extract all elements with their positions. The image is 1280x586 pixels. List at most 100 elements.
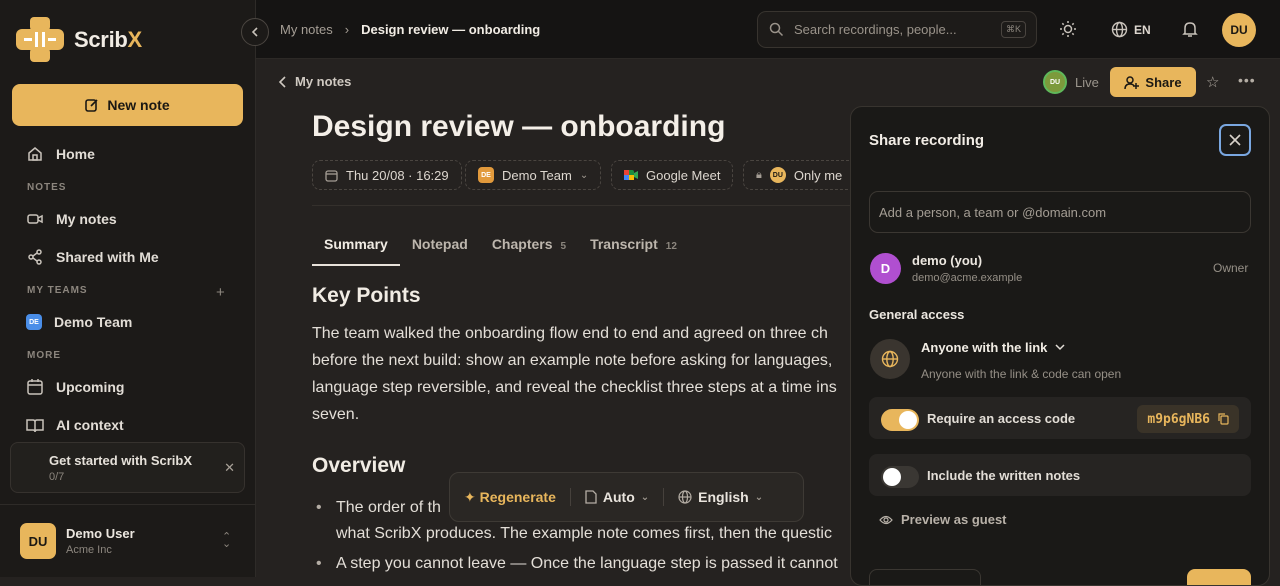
require-code-toggle[interactable] bbox=[881, 409, 919, 431]
sidebar-item-demo-team[interactable]: DE Demo Team bbox=[16, 306, 242, 338]
sidebar-item-shared[interactable]: Shared with Me bbox=[16, 241, 242, 273]
team-badge: DE bbox=[478, 167, 494, 183]
search-icon bbox=[769, 22, 784, 37]
access-code[interactable]: m9p6gNB6 bbox=[1137, 405, 1239, 433]
preview-as-guest-link[interactable]: Preview as guest bbox=[879, 512, 1007, 527]
avatar: DU bbox=[20, 523, 56, 559]
team-badge: DE bbox=[26, 314, 42, 330]
separator bbox=[663, 488, 665, 506]
language-switcher[interactable]: EN bbox=[1111, 21, 1151, 38]
heading-overview: Overview bbox=[312, 454, 406, 477]
copy-icon[interactable] bbox=[1218, 413, 1229, 425]
list-item: what ScribX produces. The example note c… bbox=[336, 525, 832, 542]
meeting-platform-chip[interactable]: Google Meet bbox=[611, 160, 734, 190]
secondary-footer-button[interactable] bbox=[869, 569, 981, 585]
tab-summary[interactable]: Summary bbox=[312, 226, 400, 266]
live-indicator: DU Live bbox=[1043, 70, 1099, 94]
edit-icon bbox=[85, 99, 98, 112]
get-started-progress: 0/7 bbox=[49, 471, 65, 483]
sidebar-item-home[interactable]: Home bbox=[16, 138, 242, 170]
close-button[interactable] bbox=[1219, 124, 1251, 156]
page-title: Design review — onboarding bbox=[312, 110, 726, 143]
calendar-icon bbox=[27, 379, 43, 395]
logo[interactable]: ScribX bbox=[16, 17, 142, 62]
get-started-title: Get started with ScribX bbox=[49, 453, 193, 468]
globe-icon bbox=[1111, 21, 1128, 38]
chevron-left-icon bbox=[251, 27, 258, 37]
add-user-icon bbox=[1124, 75, 1140, 89]
logo-icon bbox=[16, 17, 64, 62]
search-input[interactable]: Search recordings, people... ⌘K bbox=[757, 11, 1037, 48]
include-notes-row: Include the written notes bbox=[869, 454, 1251, 496]
new-note-button[interactable]: New note bbox=[12, 84, 243, 126]
team-chip[interactable]: DE Demo Team ⌄ bbox=[465, 160, 602, 190]
primary-footer-button[interactable] bbox=[1187, 569, 1251, 585]
shortcut-hint: ⌘K bbox=[1000, 21, 1026, 38]
globe-icon bbox=[870, 339, 910, 379]
lock-icon: 🔒︎ bbox=[756, 168, 762, 181]
star-icon[interactable]: ☆ bbox=[1206, 73, 1219, 91]
more-icon[interactable]: ••• bbox=[1238, 72, 1256, 88]
back-link[interactable]: My notes bbox=[278, 74, 351, 89]
book-icon bbox=[26, 419, 44, 433]
section-label-notes: NOTES bbox=[27, 182, 67, 193]
home-icon bbox=[28, 147, 42, 161]
breadcrumb-parent[interactable]: My notes bbox=[280, 22, 333, 37]
owner-email: demo@acme.example bbox=[912, 272, 1023, 284]
eye-icon bbox=[879, 515, 893, 524]
tab-chapters[interactable]: Chapters 5 bbox=[480, 226, 578, 266]
panel-title: Share recording bbox=[869, 132, 985, 149]
document-icon bbox=[585, 490, 597, 504]
share-button[interactable]: Share bbox=[1110, 67, 1196, 97]
chevron-right-icon: › bbox=[344, 22, 350, 37]
collapse-sidebar-button[interactable] bbox=[241, 18, 269, 46]
user-org: Acme Inc bbox=[66, 544, 112, 556]
globe-icon bbox=[678, 490, 692, 504]
access-level-select[interactable]: Anyone with the link bbox=[921, 340, 1065, 355]
video-icon bbox=[27, 214, 43, 224]
include-notes-toggle[interactable] bbox=[881, 466, 919, 488]
get-started-card[interactable]: Get started with ScribX 0/7 ✕ bbox=[10, 442, 245, 493]
close-icon bbox=[1229, 134, 1241, 146]
user-menu[interactable]: DU Demo User Acme Inc bbox=[20, 523, 135, 559]
ai-toolbar: ✦ Regenerate Auto ⌄ English ⌄ bbox=[449, 472, 804, 522]
add-team-icon[interactable]: + bbox=[216, 284, 225, 301]
sidebar-item-my-notes[interactable]: My notes bbox=[16, 203, 242, 235]
share-nodes-icon bbox=[28, 249, 42, 265]
tab-transcript[interactable]: Transcript 12 bbox=[578, 226, 689, 266]
google-meet-icon bbox=[624, 170, 638, 180]
top-bar: My notes › Design review — onboarding Se… bbox=[256, 0, 1280, 59]
list-item: A step you cannot leave — Once the langu… bbox=[312, 549, 852, 577]
access-description: Anyone with the link & code can open bbox=[921, 367, 1122, 381]
close-icon[interactable]: ✕ bbox=[224, 460, 235, 476]
calendar-icon bbox=[325, 169, 338, 182]
chevron-down-icon: ⌄ bbox=[579, 169, 589, 181]
date-chip[interactable]: Thu 20/08 · 16:29 bbox=[312, 160, 462, 190]
general-access-label: General access bbox=[869, 307, 965, 322]
invite-input[interactable]: Add a person, a team or @domain.com bbox=[869, 191, 1251, 233]
language-select[interactable]: English ⌄ bbox=[678, 489, 763, 505]
avatar[interactable]: DU bbox=[1222, 13, 1256, 47]
summary-paragraph: The team walked the onboarding flow end … bbox=[312, 325, 837, 423]
mode-select[interactable]: Auto ⌄ bbox=[585, 489, 649, 505]
owner-name: demo (you) bbox=[912, 253, 983, 268]
bell-icon[interactable] bbox=[1181, 20, 1199, 43]
chevron-left-icon bbox=[278, 75, 286, 88]
breadcrumb-current: Design review — onboarding bbox=[361, 22, 541, 37]
access-chip[interactable]: 🔒︎ DU Only me bbox=[743, 160, 863, 190]
tab-notepad[interactable]: Notepad bbox=[400, 226, 480, 266]
breadcrumb: My notes › Design review — onboarding bbox=[280, 22, 540, 37]
chevron-down-icon bbox=[1055, 344, 1065, 351]
sidebar-item-upcoming[interactable]: Upcoming bbox=[16, 371, 242, 403]
regenerate-button[interactable]: ✦ Regenerate bbox=[464, 489, 556, 506]
chevron-updown-icon[interactable]: ⌃ ⌄ bbox=[222, 532, 231, 550]
sidebar-item-ai-context[interactable]: AI context bbox=[16, 409, 242, 441]
user-name: Demo User bbox=[66, 526, 135, 541]
share-panel: Share recording Add a person, a team or … bbox=[850, 106, 1270, 586]
avatar: DU bbox=[1043, 70, 1067, 94]
require-code-row: Require an access code m9p6gNB6 bbox=[869, 397, 1251, 439]
avatar: DU bbox=[769, 167, 786, 183]
tab-bar: Summary Notepad Chapters 5 Transcript 12 bbox=[312, 226, 689, 266]
theme-toggle-icon[interactable] bbox=[1059, 20, 1077, 43]
sidebar: ScribX New note Home NOTES My notes Shar… bbox=[0, 0, 256, 577]
